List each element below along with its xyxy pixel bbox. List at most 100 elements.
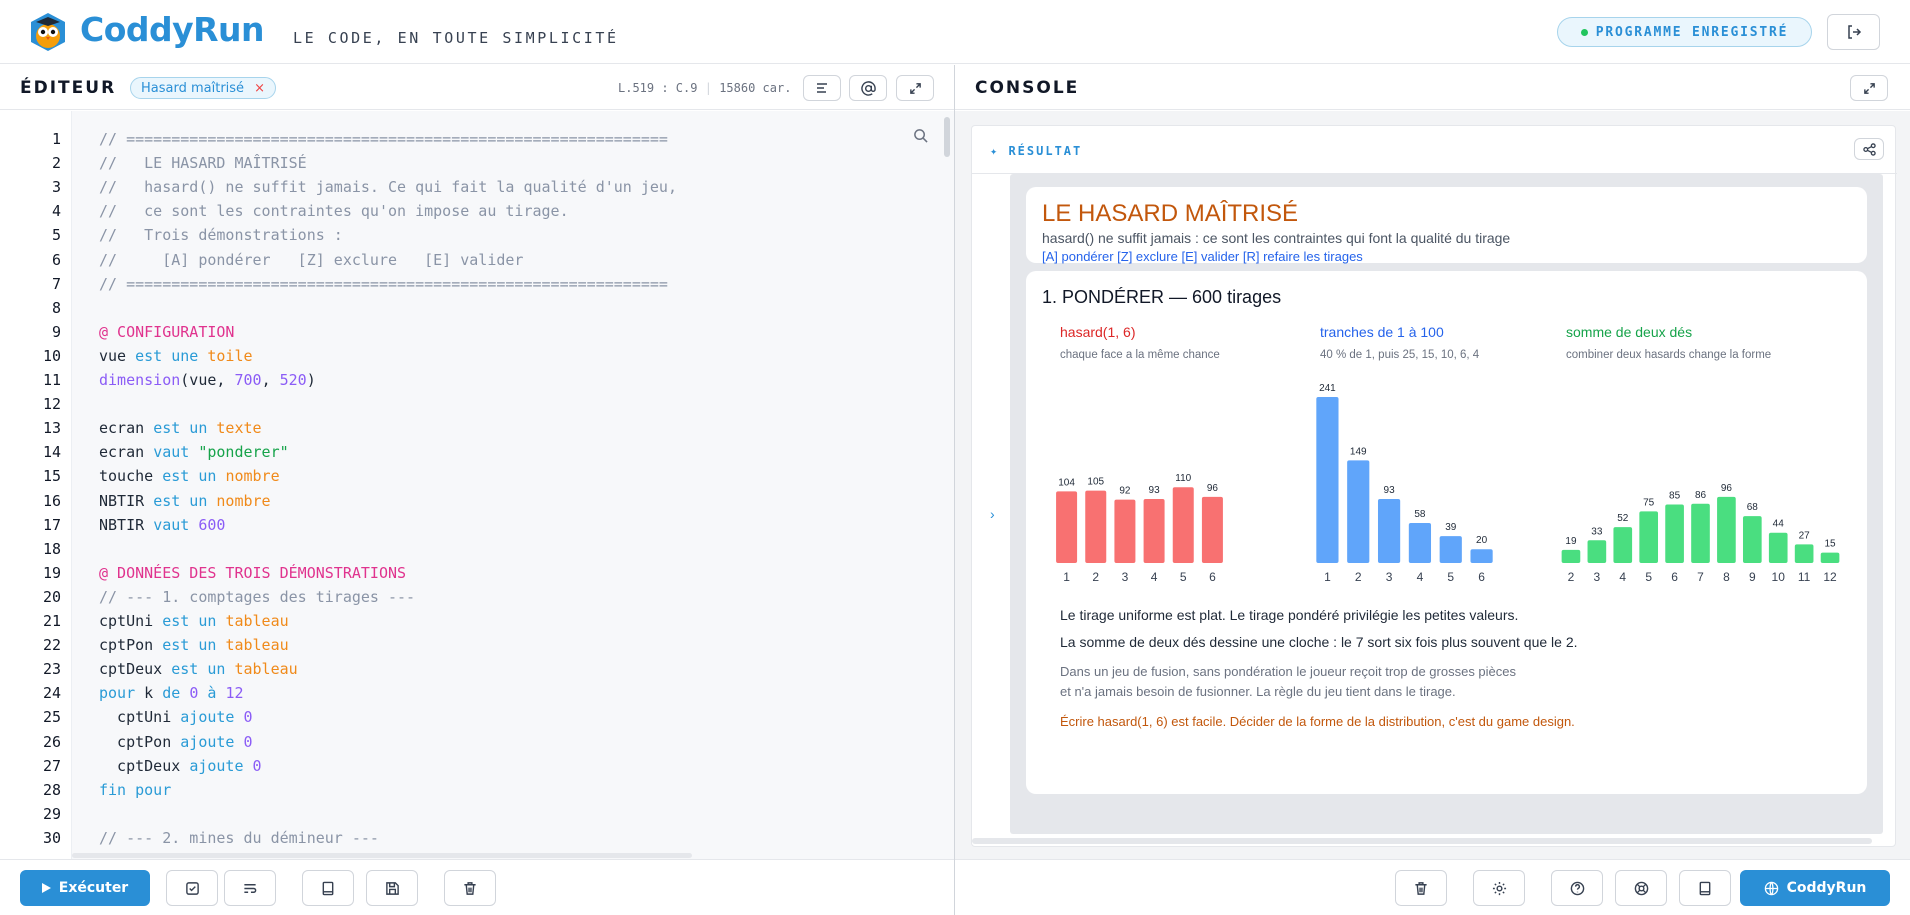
code-line[interactable]: // =====================================… <box>99 130 668 148</box>
line-number: 29 <box>42 804 61 823</box>
code-line[interactable]: touche est un nombre <box>99 467 280 485</box>
console-toolbar: CONSOLE <box>955 65 1910 110</box>
bar-value-label: 20 <box>1476 535 1488 546</box>
code-token: cptDeux <box>99 756 190 775</box>
app-subtitle: hasard() ne suffit jamais : ce sont les … <box>1042 230 1511 246</box>
code-line[interactable]: // --- 1. comptages des tirages --- <box>99 588 415 606</box>
file-tab-chip[interactable]: Hasard maîtrisé × <box>130 77 276 99</box>
x-tick-label: 9 <box>1749 570 1756 584</box>
code-line[interactable]: ecran vaut "ponderer" <box>99 443 289 461</box>
program-canvas[interactable]: LE HASARD MAÎTRISÉ hasard() ne suffit ja… <box>1010 174 1883 834</box>
run-button[interactable]: Exécuter <box>20 870 150 906</box>
line-number: 15 <box>42 467 61 486</box>
app-header: CoddyRun LE CODE, EN TOUTE SIMPLICITÉ PR… <box>0 0 1910 64</box>
code-token: toile <box>207 346 253 365</box>
code-line[interactable]: vue est une toile <box>99 347 253 365</box>
horizontal-scrollbar[interactable] <box>72 853 692 858</box>
clear-console-button[interactable] <box>1395 870 1447 906</box>
code-line[interactable]: // --- 2. mines du démineur --- <box>99 829 379 847</box>
code-token: texte <box>216 419 262 438</box>
format-button[interactable] <box>803 75 841 101</box>
bar-value-label: 96 <box>1207 483 1219 494</box>
help-button[interactable] <box>1551 870 1603 906</box>
x-tick-label: 5 <box>1447 570 1454 584</box>
code-line[interactable]: // LE HASARD MAÎTRISÉ <box>99 154 307 172</box>
line-number: 6 <box>51 250 61 269</box>
file-tab-label: Hasard maîtrisé <box>141 80 245 96</box>
code-line[interactable]: // [A] pondérer [Z] exclure [E] valider <box>99 251 523 269</box>
editor-title: ÉDITEUR <box>20 78 117 98</box>
line-number: 18 <box>42 539 61 558</box>
code-line[interactable]: // =====================================… <box>99 275 668 293</box>
expand-icon <box>909 82 921 94</box>
docs-button[interactable] <box>302 870 354 906</box>
code-line[interactable]: NBTIR est un nombre <box>99 492 271 510</box>
code-line[interactable]: @ CONFIGURATION <box>99 323 234 341</box>
expand-editor-button[interactable] <box>896 75 934 101</box>
editor-scrollbar[interactable] <box>944 117 950 157</box>
code-token: est une <box>135 346 208 365</box>
explanation-3: Dans un jeu de fusion, sans pondération … <box>1060 664 1517 679</box>
code-token: // =====================================… <box>99 130 668 148</box>
code-line[interactable]: dimension(vue, 700, 520) <box>99 371 316 389</box>
code-line[interactable]: cptDeux est un tableau <box>99 660 298 678</box>
line-number: 10 <box>42 346 61 365</box>
x-tick-label: 10 <box>1772 570 1786 584</box>
code-line[interactable]: pour k de 0 à 12 <box>99 684 244 702</box>
line-number: 30 <box>42 828 61 847</box>
code-line[interactable]: cptPon ajoute 0 <box>99 732 252 751</box>
code-line[interactable]: cptUni est un tableau <box>99 612 289 630</box>
code-token: est un <box>171 660 235 679</box>
line-number: 25 <box>42 708 61 727</box>
docs-console-button[interactable] <box>1679 870 1731 906</box>
mention-button[interactable] <box>849 75 887 101</box>
code-line[interactable]: // hasard() ne suffit jamais. Ce qui fai… <box>99 178 677 196</box>
share-button[interactable] <box>1854 138 1884 160</box>
code-token: cptPon <box>99 636 163 655</box>
line-number: 16 <box>42 491 61 510</box>
chart-subtitle: combiner deux hasards change la forme <box>1566 349 1771 361</box>
code-token: @ DONNÉES DES TROIS DÉMONSTRATIONS <box>99 563 407 582</box>
code-line[interactable]: ecran est un texte <box>99 419 262 437</box>
console-horizontal-scrollbar[interactable] <box>972 838 1872 844</box>
chart-bar <box>1316 397 1339 563</box>
code-line[interactable]: cptDeux ajoute 0 <box>99 757 262 775</box>
support-button[interactable] <box>1615 870 1667 906</box>
bar-value-label: 149 <box>1350 446 1367 457</box>
code-line[interactable]: // Trois démonstrations : <box>99 226 343 244</box>
code-token: NBTIR <box>99 515 154 534</box>
status-dot-icon <box>1580 28 1588 36</box>
x-tick-label: 4 <box>1417 570 1424 584</box>
wrap-button[interactable] <box>224 870 276 906</box>
code-line[interactable]: fin pour <box>99 781 171 799</box>
expand-arrow-icon[interactable]: › <box>990 506 995 522</box>
delete-code-button[interactable] <box>444 870 496 906</box>
line-number: 2 <box>51 154 61 173</box>
code-token: 0 <box>189 684 208 703</box>
console-footer: CoddyRun <box>955 859 1910 915</box>
code-token: cptPon <box>99 732 181 751</box>
code-token: // --- 2. mines du démineur --- <box>99 828 379 847</box>
code-editor[interactable]: // =====================================… <box>72 111 954 859</box>
code-line[interactable]: cptPon est un tableau <box>99 636 289 654</box>
code-line[interactable]: cptUni ajoute 0 <box>99 708 252 726</box>
check-button[interactable] <box>166 870 218 906</box>
globe-icon <box>1764 881 1778 895</box>
code-line[interactable]: NBTIR vaut 600 <box>99 516 225 534</box>
save-button[interactable] <box>366 870 418 906</box>
coddyrun-site-button[interactable]: CoddyRun <box>1740 870 1890 906</box>
chart-bar <box>1172 487 1194 563</box>
code-token: est un <box>162 636 226 655</box>
search-icon[interactable] <box>913 128 928 143</box>
chart-bar <box>1717 496 1736 563</box>
logout-button[interactable] <box>1827 14 1880 50</box>
code-line[interactable]: // ce sont les contraintes qu'on impose … <box>99 202 569 220</box>
close-file-icon[interactable]: × <box>254 81 265 96</box>
chart-title: hasard(1, 6) <box>1060 324 1135 340</box>
share-icon <box>1862 142 1876 156</box>
line-number: 7 <box>51 274 61 293</box>
code-line[interactable]: @ DONNÉES DES TROIS DÉMONSTRATIONS <box>99 564 406 582</box>
expand-console-button[interactable] <box>1850 75 1888 101</box>
settings-button[interactable] <box>1473 870 1525 906</box>
code-token: // LE HASARD MAÎTRISÉ <box>99 154 307 173</box>
